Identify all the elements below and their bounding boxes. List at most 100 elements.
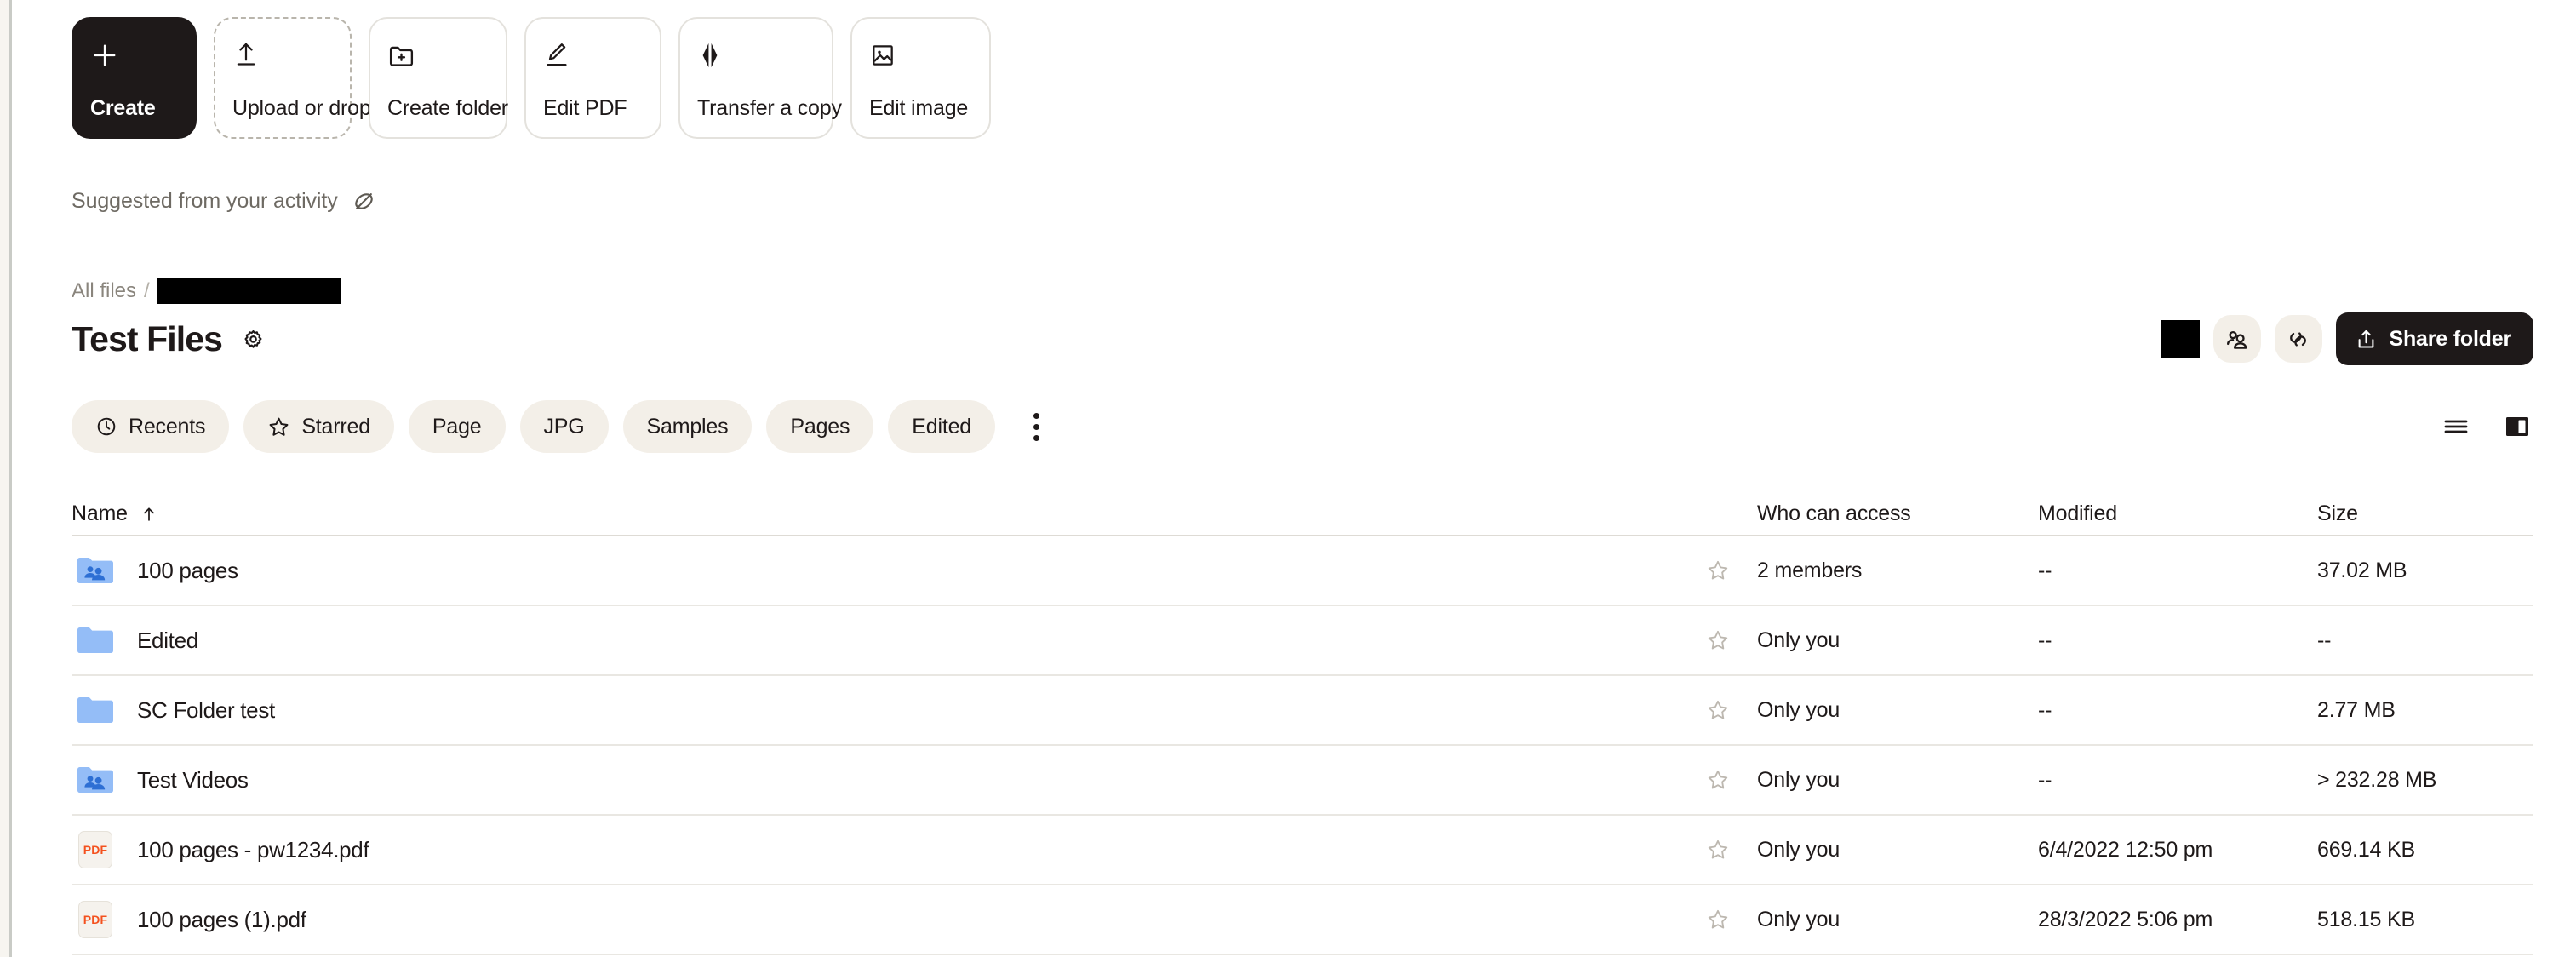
- file-list-table: Name Who can access Modified Size: [72, 485, 2533, 955]
- left-rail-divider: [9, 0, 12, 957]
- shared-folder-icon: [76, 765, 115, 795]
- star-toggle[interactable]: [1706, 908, 1757, 931]
- file-access: Only you: [1757, 628, 2038, 653]
- filter-chip-starred[interactable]: Starred: [243, 400, 394, 453]
- table-row[interactable]: Test Videos Only you -- > 232.28 MB: [72, 746, 2533, 816]
- filter-chip-edited-label: Edited: [912, 415, 971, 439]
- table-row[interactable]: SC Folder test Only you -- 2.77 MB: [72, 676, 2533, 746]
- star-toggle[interactable]: [1706, 768, 1757, 792]
- transfer-a-copy-label: Transfer a copy: [697, 97, 815, 121]
- members-button[interactable]: [2213, 315, 2261, 363]
- share-upload-icon: [2355, 328, 2378, 351]
- arrow-up-icon: [140, 505, 158, 524]
- file-access: Only you: [1757, 768, 2038, 793]
- file-name: 100 pages (1).pdf: [137, 907, 306, 933]
- transfer-a-copy-button[interactable]: Transfer a copy: [678, 17, 833, 139]
- pdf-badge: PDF: [78, 901, 112, 938]
- column-header-size[interactable]: Size: [2317, 501, 2533, 526]
- table-row[interactable]: PDF 100 pages - pw1234.pdf Only you 6/4/…: [72, 816, 2533, 885]
- star-toggle[interactable]: [1706, 559, 1757, 582]
- filter-chip-jpg[interactable]: JPG: [520, 400, 609, 453]
- star-toggle[interactable]: [1706, 838, 1757, 862]
- file-size: 518.15 KB: [2317, 908, 2533, 932]
- file-modified: --: [2038, 628, 2317, 653]
- star-icon: [267, 415, 290, 438]
- filter-chip-samples[interactable]: Samples: [623, 400, 753, 453]
- file-size: > 232.28 MB: [2317, 768, 2533, 793]
- file-access: Only you: [1757, 908, 2038, 932]
- table-row[interactable]: Edited Only you -- --: [72, 606, 2533, 676]
- page-title: Test Files: [72, 319, 222, 359]
- file-name: SC Folder test: [137, 697, 275, 724]
- filter-chip-edited[interactable]: Edited: [888, 400, 995, 453]
- breadcrumb-all-files[interactable]: All files: [72, 279, 136, 303]
- column-header-modified[interactable]: Modified: [2038, 501, 2317, 526]
- star-toggle[interactable]: [1706, 628, 1757, 652]
- left-rail: [0, 0, 9, 957]
- folder-plus-icon: [387, 37, 489, 73]
- star-toggle[interactable]: [1706, 698, 1757, 722]
- avatar-redacted: [2161, 320, 2200, 358]
- pdf-file-icon: PDF: [76, 901, 115, 938]
- filter-chip-jpg-label: JPG: [544, 415, 585, 439]
- view-toggle-group: [2440, 410, 2533, 443]
- folder-header-actions: Share folder: [2161, 312, 2533, 365]
- create-button-label: Create: [90, 97, 178, 121]
- filter-chip-page[interactable]: Page: [409, 400, 506, 453]
- filter-chip-samples-label: Samples: [647, 415, 729, 439]
- pencil-edit-icon: [543, 37, 643, 73]
- upload-or-drop-button[interactable]: Upload or drop: [214, 17, 352, 139]
- kebab-menu-icon[interactable]: [1020, 405, 1054, 448]
- filter-chip-pages-label: Pages: [790, 415, 850, 439]
- file-browser-page: Create Upload or drop Create folder: [0, 0, 2576, 957]
- filter-chip-starred-label: Starred: [301, 415, 370, 439]
- breadcrumb: All files /: [72, 278, 341, 304]
- transfer-icon: [697, 37, 815, 73]
- file-modified: 28/3/2022 5:06 pm: [2038, 908, 2317, 932]
- table-row[interactable]: PDF 100 pages (1).pdf Only you 28/3/2022…: [72, 885, 2533, 955]
- list-view-icon[interactable]: [2440, 410, 2472, 443]
- column-header-access[interactable]: Who can access: [1757, 501, 2038, 526]
- file-size: 669.14 KB: [2317, 838, 2533, 862]
- image-edit-icon: [869, 37, 972, 73]
- filter-chip-recents-label: Recents: [129, 415, 205, 439]
- create-folder-label: Create folder: [387, 97, 489, 121]
- file-access: Only you: [1757, 838, 2038, 862]
- quick-actions-strip: Create Upload or drop Create folder: [72, 17, 991, 139]
- edit-pdf-button[interactable]: Edit PDF: [524, 17, 661, 139]
- edit-image-label: Edit image: [869, 97, 972, 121]
- column-header-name[interactable]: Name: [72, 501, 1757, 526]
- upload-icon: [232, 37, 333, 73]
- file-size: 37.02 MB: [2317, 559, 2533, 583]
- folder-icon: [76, 625, 115, 656]
- file-modified: --: [2038, 768, 2317, 793]
- filter-chip-page-label: Page: [432, 415, 482, 439]
- table-row[interactable]: 100 pages 2 members -- 37.02 MB: [72, 536, 2533, 606]
- edit-image-button[interactable]: Edit image: [850, 17, 991, 139]
- eye-slash-icon[interactable]: [352, 190, 375, 213]
- file-size: 2.77 MB: [2317, 698, 2533, 723]
- gear-icon[interactable]: [239, 325, 266, 352]
- file-name: 100 pages - pw1234.pdf: [137, 837, 369, 863]
- create-folder-button[interactable]: Create folder: [369, 17, 507, 139]
- upload-or-drop-label: Upload or drop: [232, 97, 333, 121]
- filter-chips-row: Recents Starred Page JPG Samples Pages E…: [72, 400, 2533, 453]
- breadcrumb-current-redacted: [157, 278, 341, 304]
- plus-icon: [90, 37, 178, 73]
- file-modified: --: [2038, 559, 2317, 583]
- filter-chip-recents[interactable]: Recents: [72, 400, 229, 453]
- file-name: Test Videos: [137, 767, 249, 794]
- share-folder-label: Share folder: [2390, 327, 2511, 352]
- table-header-row: Name Who can access Modified Size: [72, 485, 2533, 536]
- split-view-icon[interactable]: [2501, 410, 2533, 443]
- share-folder-button[interactable]: Share folder: [2336, 312, 2533, 365]
- clock-icon: [95, 415, 117, 438]
- filter-chip-pages[interactable]: Pages: [766, 400, 873, 453]
- file-access: Only you: [1757, 698, 2038, 723]
- file-name: Edited: [137, 627, 198, 654]
- copy-link-button[interactable]: [2275, 315, 2322, 363]
- column-header-name-label: Name: [72, 501, 128, 526]
- pdf-badge: PDF: [78, 831, 112, 868]
- create-button[interactable]: Create: [72, 17, 197, 139]
- file-modified: --: [2038, 698, 2317, 723]
